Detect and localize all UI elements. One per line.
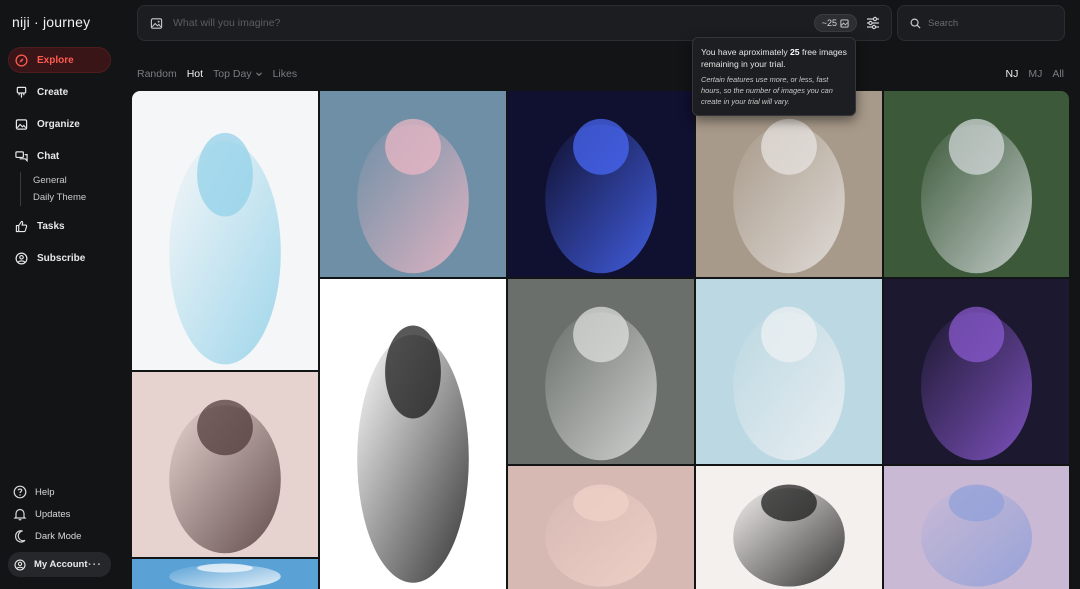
gallery-image-girl-with-blue-serpent-tail[interactable] [132,91,318,370]
filter-top-day[interactable]: Top Day [213,68,263,80]
help-icon [13,485,27,499]
sidebar-item-organize[interactable]: Organize [8,111,111,137]
credits-badge[interactable]: ~25 [813,14,857,32]
chat-channel-daily-theme[interactable]: Daily Theme [33,192,86,203]
sidebar-item-explore[interactable]: Explore [8,47,111,73]
gallery-image-dark-warrior-blue-lightning[interactable] [508,91,694,277]
gallery-image-blonde-girl-in-pink-stadium[interactable] [320,91,506,277]
prompt-input[interactable] [173,17,814,29]
sidebar-item-label: Chat [37,150,60,162]
help-label: Help [35,486,55,498]
sidebar-item-tasks[interactable]: Tasks [8,213,111,239]
model-filters: NJ MJ All [1005,68,1064,80]
chat-channels-divider [20,172,21,206]
image-count-icon [840,18,849,28]
chat-channel-general[interactable]: General [33,175,67,186]
gallery-image-blue-sky-clouds[interactable] [132,559,318,589]
dark-mode-toggle[interactable]: Dark Mode [8,526,81,546]
sidebar-item-create[interactable]: Create [8,79,111,105]
gallery-image-white-wolf-in-forest[interactable] [884,91,1069,277]
sidebar: niji · journey Explore Create Organize C… [0,0,120,589]
brush-icon [15,86,28,99]
more-options-icon[interactable]: ··· [88,559,102,571]
sidebar-item-label: Subscribe [37,252,86,264]
settings-sliders-icon[interactable] [865,15,881,31]
account-label: My Account [34,559,88,570]
gallery-image-lineart-girl-black-dress[interactable] [320,279,506,589]
updates-label: Updates [35,508,71,520]
gallery-image-dragon-girl-in-blue[interactable] [884,466,1069,589]
filter-likes[interactable]: Likes [273,68,298,80]
chat-icon [15,150,28,163]
gallery-image-samurai-with-sword[interactable] [508,279,694,464]
trial-credits-tooltip: You have aproximately 25 free images rem… [692,37,856,116]
sidebar-item-label: Organize [37,118,80,130]
sidebar-item-label: Create [37,86,69,98]
search-icon [910,18,921,29]
tooltip-main-text: You have aproximately 25 free images rem… [701,47,847,69]
sidebar-item-label: Explore [37,54,74,66]
sidebar-item-chat[interactable]: Chat [8,143,111,169]
gallery-image-girl-in-cat-hat[interactable] [696,466,882,589]
sidebar-item-subscribe[interactable]: Subscribe [8,245,111,271]
image-gallery [132,91,1069,589]
account-circle-icon [15,252,28,265]
app-logo[interactable]: niji · journey [12,14,90,30]
dark-mode-label: Dark Mode [35,530,82,542]
filter-hot[interactable]: Hot [187,68,203,80]
search-input[interactable] [928,17,1064,29]
gallery-image-white-hair-girl-in-uniform[interactable] [696,91,882,277]
gallery-image-dark-bear-with-lightning[interactable] [884,279,1069,464]
account-circle-icon [14,558,26,571]
model-filter-nj[interactable]: NJ [1005,68,1018,80]
sidebar-item-label: Tasks [37,220,65,232]
help-link[interactable]: Help [8,482,55,502]
updates-link[interactable]: Updates [8,504,70,524]
tooltip-count: 25 [790,47,800,57]
gallery-image-girl-with-hands-on-cheeks[interactable] [132,372,318,557]
tooltip-note: Certain features use more, or less, fast… [701,75,833,106]
compass-icon [15,53,28,67]
gallery-image-girl-reaching-in-hallway[interactable] [696,279,882,464]
moon-icon [13,529,27,543]
chevron-down-icon [255,70,263,78]
my-account-button[interactable]: My Account ··· [8,552,111,577]
filter-random[interactable]: Random [137,68,177,80]
model-filter-all[interactable]: All [1052,68,1064,80]
thumbs-up-icon [15,220,28,233]
credits-count: ~25 [821,18,837,28]
gallery-image-pink-haired-girl-portrait[interactable] [508,466,694,589]
search-bar [897,5,1065,41]
image-upload-icon[interactable] [150,17,163,30]
model-filter-mj[interactable]: MJ [1028,68,1042,80]
image-icon [15,118,28,131]
prompt-bar: ~25 [137,5,892,41]
filter-top-day-label: Top Day [213,68,252,80]
sort-filters: Random Hot Top Day Likes [137,68,297,80]
bell-icon [13,507,27,521]
